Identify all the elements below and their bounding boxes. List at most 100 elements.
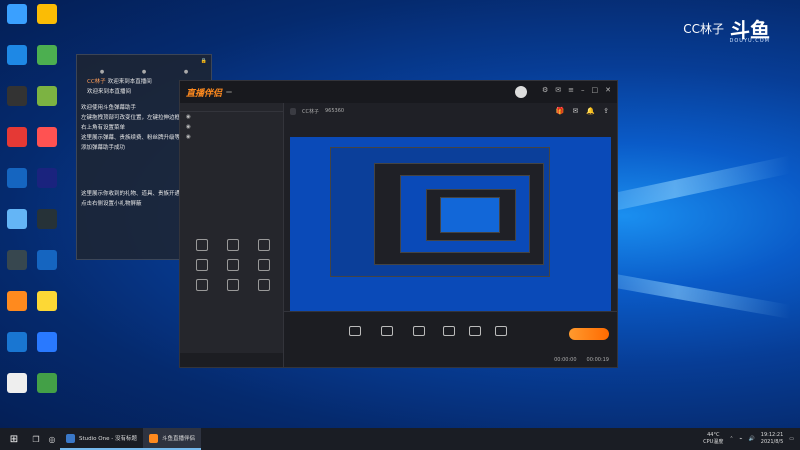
mail-icon[interactable]: ✉ [573,107,579,115]
tool-button[interactable] [186,259,217,273]
heat-icon: ● [183,69,189,75]
desktop-icon[interactable] [30,4,64,26]
desktop-icon[interactable] [0,250,34,272]
taskbar-app[interactable]: 斗鱼直播伴侣 [142,428,201,450]
app-icon [7,332,27,352]
desktop-icon[interactable] [0,373,34,395]
avatar[interactable] [514,86,527,98]
eye-icon[interactable]: ◉ [186,114,191,120]
chat-text: 欢迎使用斗鱼弹幕助手 [81,105,137,111]
date: 2021/8/5 [760,439,784,445]
settings-icon[interactable]: ⚙ [542,86,548,98]
close-icon[interactable]: ✕ [605,86,611,98]
desktop-icon[interactable] [0,4,34,26]
room-streamer: CC林子 [302,109,319,115]
stream-preview[interactable] [290,137,611,333]
app-badge [226,91,233,93]
control-button[interactable] [462,326,488,338]
live-timer: 00:00:00 [554,357,577,363]
notice-bar [180,353,283,367]
tool-button[interactable] [217,239,248,253]
eye-icon[interactable]: ◉ [186,134,191,140]
chat-text: 添加弹幕助手成功 [81,145,126,151]
control-button[interactable] [488,326,514,338]
scene-item[interactable]: ◉ [180,122,283,132]
app-titlebar[interactable]: 直播伴侣 ⚙ ✉ ≡ – □ ✕ [180,81,617,103]
system-tray: 44°C CPU温度 ⌃ ⌁ 🔊 19:12:21 2021/8/5 ▭ [703,432,800,446]
share-icon[interactable]: ⇪ [603,107,609,115]
desktop-icon[interactable] [0,45,34,67]
live-companion-window[interactable]: 直播伴侣 ⚙ ✉ ≡ – □ ✕ ◉ ◉ ◉ CC林子 965360 🎁 ✉ 🔔… [179,80,618,368]
desktop-icon[interactable] [0,209,34,231]
bell-icon[interactable]: 🔔 [586,107,595,115]
desktop-icon[interactable] [0,127,34,149]
category-chip[interactable] [290,108,296,115]
gift-icon[interactable]: 🎁 [556,107,565,115]
control-button[interactable] [374,326,400,338]
room-info: CC林子 965360 🎁 ✉ 🔔 ⇪ [284,103,617,118]
desktop-icon[interactable] [0,332,34,354]
menu-icon[interactable]: ≡ [568,86,574,98]
cpu-temp: 44°C [707,432,720,438]
app-icon [37,209,57,229]
windows-start-icon[interactable]: ⊞ [0,434,28,445]
control-button[interactable] [436,326,462,338]
chat-text: 这里展示你收到的礼物、道具、贵族开通 [81,191,181,197]
eye-icon[interactable]: ◉ [186,124,191,130]
scene-item[interactable]: ◉ [180,132,283,142]
tool-button[interactable] [217,279,248,293]
volume-icon[interactable]: 🔊 [749,436,755,442]
desktop-icon[interactable] [30,332,64,354]
message-icon[interactable]: ✉ [555,86,561,98]
tool-icon [195,259,208,271]
tool-button[interactable] [249,239,280,253]
clock[interactable]: 19:12:21 2021/8/5 [761,432,783,446]
desktop-icon[interactable] [30,45,64,67]
control-button[interactable] [406,326,432,338]
tool-button[interactable] [217,259,248,273]
desktop-icon[interactable] [30,168,64,190]
desktop-icon[interactable] [30,209,64,231]
desktop-icon[interactable] [30,86,64,108]
desktop-icon[interactable] [30,373,64,395]
chat-text: 这里展示弹幕、贵族续费、粉丝牌升级等 [81,135,181,141]
tool-icon [226,239,239,251]
tool-button[interactable] [186,239,217,253]
scene-item[interactable]: ◉ [180,112,283,122]
maximize-icon[interactable]: □ [592,86,599,98]
app-icon [7,86,27,106]
minimize-icon[interactable]: – [581,86,585,98]
tray-up-icon[interactable]: ⌃ [729,436,733,442]
tool-icon [195,239,208,251]
app-icon [7,45,27,65]
tool-button[interactable] [249,279,280,293]
tool-button[interactable] [249,259,280,273]
control-icon [495,326,507,336]
chat-header[interactable]: 🔒 [77,55,211,67]
tool-icon [258,279,271,291]
app-icon [37,250,57,270]
desktop-icon[interactable] [0,291,34,313]
desktop-icon[interactable] [30,250,64,272]
nested-window-5 [440,197,500,233]
notification-icon[interactable]: ▭ [789,436,794,442]
taskbar-app-icon [148,433,158,443]
app-icon [7,250,27,270]
go-live-button[interactable] [569,328,609,340]
control-icon [469,326,481,336]
taskview-icon[interactable]: ❐ [28,435,44,444]
taskbar-app[interactable]: Studio One - 没有标题 [60,428,143,450]
network-icon[interactable]: ⌁ [740,436,743,442]
tool-button[interactable] [186,279,217,293]
app-icon [37,45,57,65]
desktop-icon[interactable] [0,168,34,190]
control-button[interactable] [342,326,368,338]
app-icon [37,291,57,311]
lock-icon[interactable]: 🔒 [201,58,207,64]
desktop-icon[interactable] [30,127,64,149]
browser-icon[interactable]: ◎ [44,435,60,444]
app-icon [7,4,27,24]
tool-icon [226,279,239,291]
desktop-icon[interactable] [0,86,34,108]
desktop-icon[interactable] [30,291,64,313]
